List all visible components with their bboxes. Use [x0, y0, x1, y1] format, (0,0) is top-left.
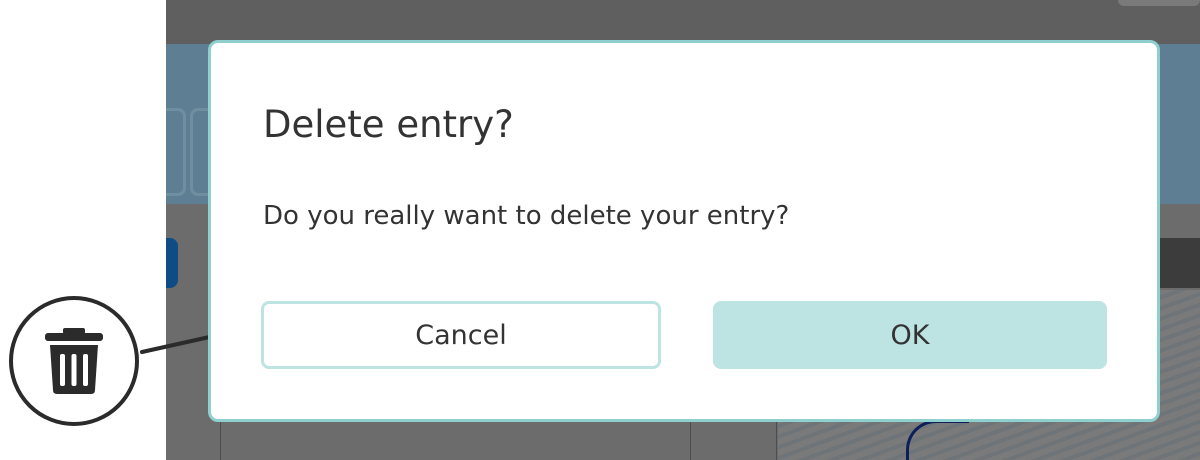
ok-button[interactable]: OK	[713, 301, 1107, 369]
app-tile	[166, 108, 186, 196]
trash-icon	[45, 328, 103, 394]
dialog-message: Do you really want to delete your entry?	[263, 201, 790, 231]
dialog-title: Delete entry?	[263, 103, 514, 146]
trash-callout	[9, 296, 139, 426]
delete-confirm-dialog: Delete entry? Do you really want to dele…	[208, 40, 1160, 422]
screen: Delete entry? Do you really want to dele…	[0, 0, 1200, 460]
app-blue-tab	[166, 238, 178, 288]
cancel-button[interactable]: Cancel	[261, 301, 661, 369]
app-top-bar	[166, 0, 1200, 44]
app-top-bar-button	[1118, 0, 1200, 6]
